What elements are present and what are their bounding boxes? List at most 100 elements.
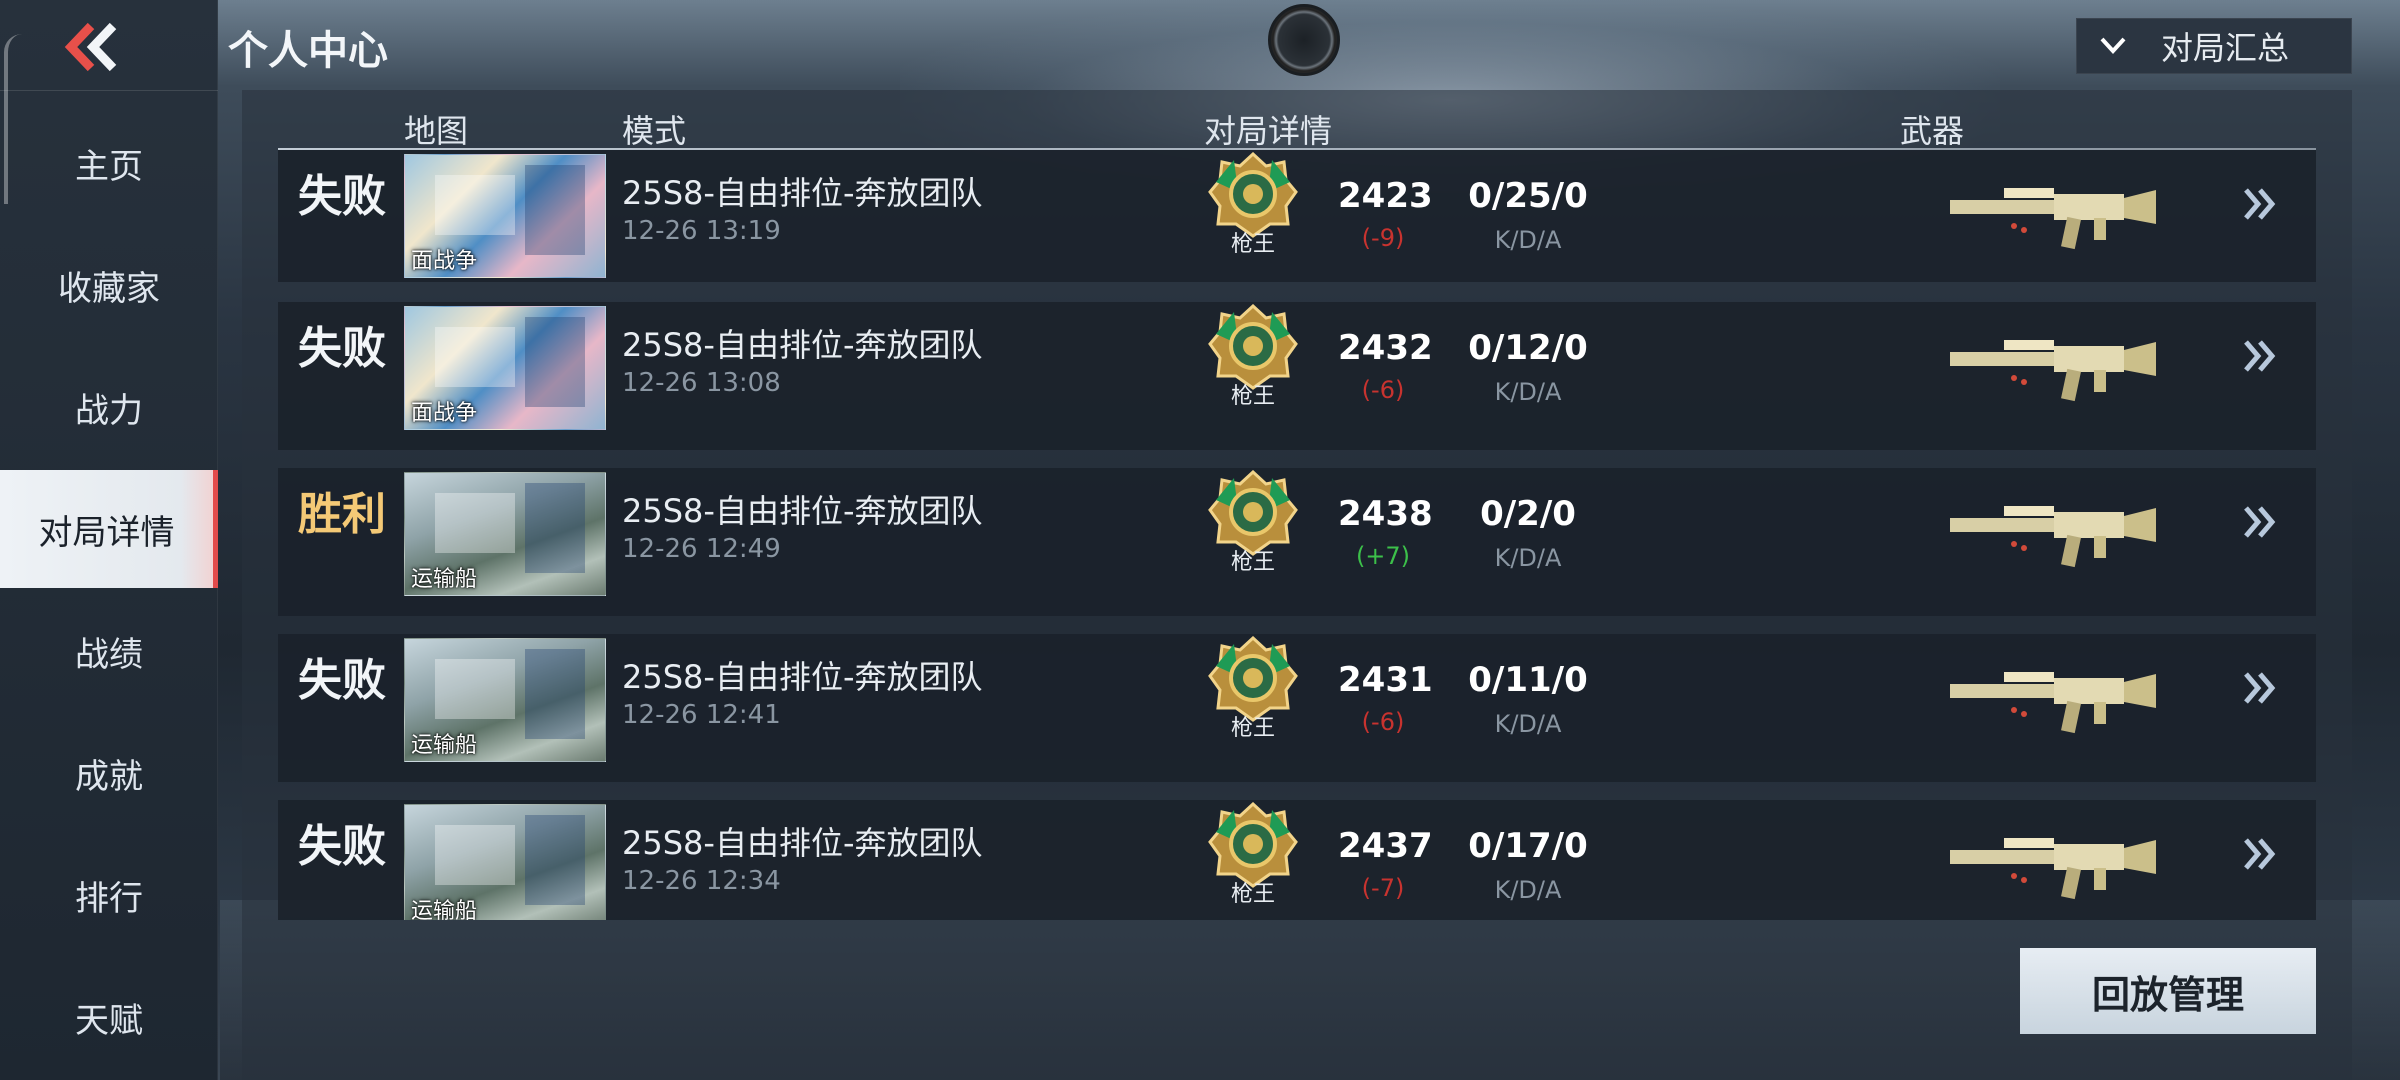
sidebar-item-0[interactable]: 主页: [0, 104, 218, 222]
double-chevron-right-icon[interactable]: [2240, 336, 2280, 376]
rank-label: 枪王: [1230, 716, 1275, 741]
map-thumbnail: 运输船: [404, 472, 606, 596]
kda-value: 0/11/0: [1468, 660, 1588, 700]
record-button[interactable]: [1268, 4, 1340, 76]
double-chevron-right-icon[interactable]: [2240, 834, 2280, 874]
back-button[interactable]: [50, 14, 130, 80]
map-thumbnail: 面战争: [404, 154, 606, 278]
map-scenery: [435, 327, 515, 387]
score-delta: (-9): [1361, 224, 1405, 252]
table-row[interactable]: 失败 面战争 25S8-自由排位-奔放团队 12-26 13:08 枪王 243…: [278, 302, 2316, 450]
map-scenery: [435, 659, 515, 719]
weapon-rifle-icon: [1944, 322, 2160, 406]
sidebar-item-label: 战绩: [75, 634, 143, 675]
kda-label: K/D/A: [1494, 710, 1562, 738]
rank-score: 2438: [1338, 494, 1433, 534]
table-row[interactable]: 失败 运输船 25S8-自由排位-奔放团队 12-26 12:41 枪王 243…: [278, 634, 2316, 782]
match-mode: 25S8-自由排位-奔放团队: [622, 326, 983, 364]
table-row[interactable]: 胜利 运输船 25S8-自由排位-奔放团队 12-26 12:49 枪王 243…: [278, 468, 2316, 616]
score-delta: (-7): [1361, 874, 1405, 902]
match-time: 12-26 12:49: [622, 534, 781, 564]
kda-label: K/D/A: [1494, 544, 1562, 572]
kda-value: 0/2/0: [1480, 494, 1576, 534]
sidebar-item-label: 排行: [75, 878, 143, 919]
sidebar-item-3[interactable]: 对局详情: [0, 470, 218, 588]
column-header-map: 地图: [404, 112, 469, 150]
match-result: 失败: [298, 323, 386, 374]
map-scenery: [525, 815, 585, 905]
map-scenery: [525, 317, 585, 407]
double-chevron-left-icon: [64, 22, 117, 72]
summary-dropdown-label: 对局汇总: [2161, 29, 2290, 67]
score-delta: (-6): [1361, 708, 1405, 736]
double-chevron-right-icon[interactable]: [2240, 668, 2280, 708]
weapon-rifle-icon: [1944, 654, 2160, 738]
match-time: 12-26 12:41: [622, 700, 781, 730]
rank-label: 枪王: [1230, 550, 1275, 575]
kda-label: K/D/A: [1494, 876, 1562, 904]
match-result: 失败: [298, 655, 386, 706]
map-scenery: [435, 825, 515, 885]
sidebar-item-7[interactable]: 天赋: [0, 958, 218, 1076]
map-thumbnail: 运输船: [404, 638, 606, 762]
column-header-weapon: 武器: [1900, 112, 1965, 150]
kda-label: K/D/A: [1494, 378, 1562, 406]
map-name: 面战争: [411, 249, 478, 274]
summary-dropdown[interactable]: 对局汇总: [2076, 18, 2352, 74]
sidebar-item-5[interactable]: 成就: [0, 714, 218, 832]
match-time: 12-26 12:34: [622, 866, 781, 896]
sidebar-item-4[interactable]: 战绩: [0, 592, 218, 710]
match-time: 12-26 13:08: [622, 368, 781, 398]
match-result: 失败: [298, 171, 386, 222]
sidebar-item-6[interactable]: 排行: [0, 836, 218, 954]
sidebar-item-2[interactable]: 战力: [0, 348, 218, 466]
map-name: 运输船: [411, 567, 478, 592]
weapon-rifle-icon: [1944, 170, 2160, 254]
weapon-rifle-icon: [1944, 820, 2160, 904]
map-scenery: [525, 165, 585, 255]
match-mode: 25S8-自由排位-奔放团队: [622, 492, 983, 530]
sidebar-item-label: 主页: [75, 146, 143, 187]
column-header-detail: 对局详情: [1204, 112, 1333, 150]
match-rows: 失败 面战争 25S8-自由排位-奔放团队 12-26 13:19 枪王 242…: [278, 150, 2316, 920]
map-thumbnail: 面战争: [404, 306, 606, 430]
sidebar: 主页收藏家战力对局详情战绩成就排行天赋: [0, 0, 218, 1080]
sidebar-item-label: 天赋: [75, 1000, 143, 1041]
map-thumbnail: 运输船: [404, 804, 606, 920]
sidebar-item-1[interactable]: 收藏家: [0, 226, 218, 344]
score-delta: (+7): [1355, 542, 1411, 570]
chevron-down-icon: [2100, 37, 2126, 54]
column-header-mode: 模式: [622, 112, 687, 150]
match-result: 胜利: [298, 489, 386, 540]
rank-score: 2431: [1338, 660, 1433, 700]
score-delta: (-6): [1361, 376, 1405, 404]
sidebar-item-label: 收藏家: [58, 268, 160, 309]
double-chevron-right-icon[interactable]: [2240, 184, 2280, 224]
rank-label: 枪王: [1230, 232, 1275, 257]
double-chevron-right-icon[interactable]: [2240, 502, 2280, 542]
map-scenery: [435, 493, 515, 553]
map-scenery: [525, 483, 585, 573]
weapon-rifle-icon: [1944, 488, 2160, 572]
match-time: 12-26 13:19: [622, 216, 781, 246]
match-mode: 25S8-自由排位-奔放团队: [622, 824, 983, 862]
map-name: 运输船: [411, 899, 478, 920]
map-scenery: [435, 175, 515, 235]
rank-label: 枪王: [1230, 882, 1275, 907]
map-name: 面战争: [411, 401, 478, 426]
replay-management-button[interactable]: 回放管理: [2020, 948, 2316, 1034]
page-title: 个人中心: [228, 28, 388, 74]
map-scenery: [525, 649, 585, 739]
sidebar-item-label: 成就: [75, 756, 143, 797]
kda-value: 0/25/0: [1468, 176, 1588, 216]
sidebar-divider: [0, 90, 218, 91]
match-mode: 25S8-自由排位-奔放团队: [622, 658, 983, 696]
rank-score: 2432: [1338, 328, 1433, 368]
rank-label: 枪王: [1230, 384, 1275, 409]
table-row[interactable]: 失败 运输船 25S8-自由排位-奔放团队 12-26 12:34 枪王 243…: [278, 800, 2316, 920]
kda-value: 0/12/0: [1468, 328, 1588, 368]
rank-score: 2423: [1338, 176, 1433, 216]
sidebar-item-label: 对局详情: [38, 512, 175, 553]
kda-label: K/D/A: [1494, 226, 1562, 254]
table-row[interactable]: 失败 面战争 25S8-自由排位-奔放团队 12-26 13:19 枪王 242…: [278, 150, 2316, 282]
